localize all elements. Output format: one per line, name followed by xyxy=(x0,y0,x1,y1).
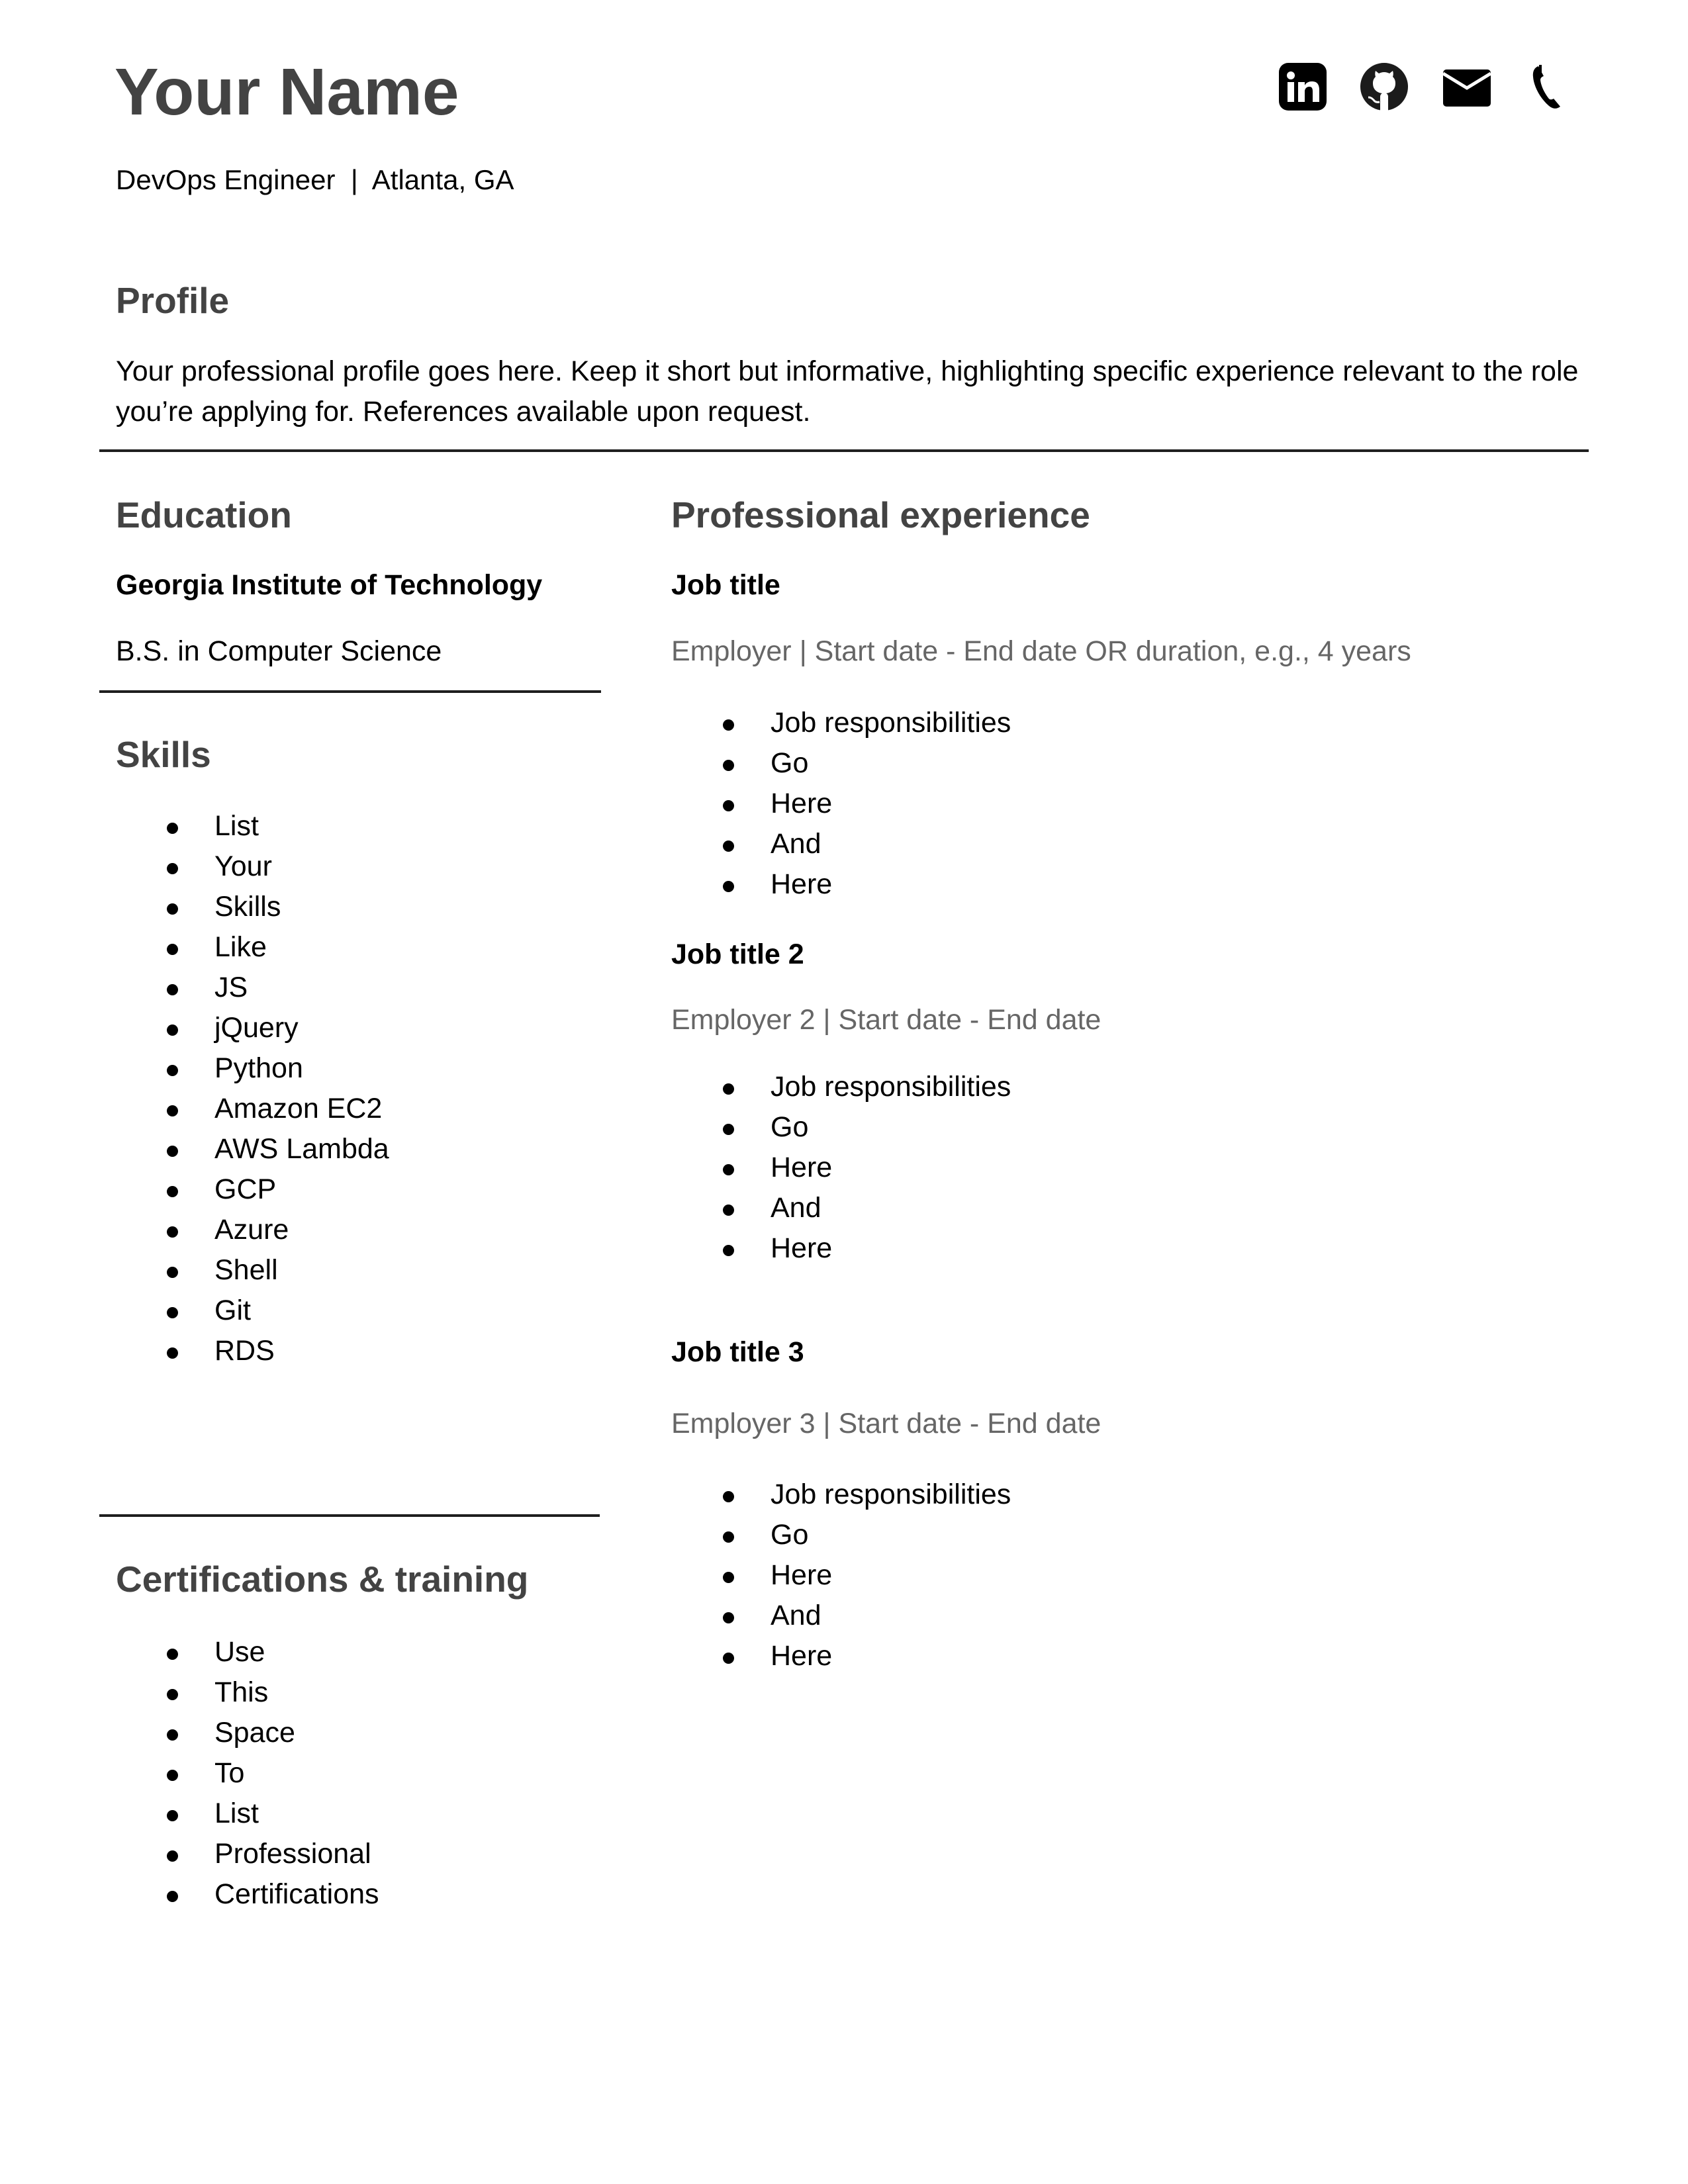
list-item-text: jQuery xyxy=(214,1012,299,1044)
bullet-icon xyxy=(723,1164,734,1175)
bullet-icon xyxy=(723,1572,734,1583)
list-item-text: AWS Lambda xyxy=(214,1133,389,1165)
bullet-icon xyxy=(167,1226,178,1238)
job-meta: Employer 3 | Start date - End date xyxy=(671,1408,1102,1439)
list-item-text: And xyxy=(771,1192,821,1224)
bullet-icon xyxy=(723,1245,734,1256)
bullet-icon xyxy=(167,1729,178,1741)
education-degree: B.S. in Computer Science xyxy=(116,635,442,667)
experience-heading: Professional experience xyxy=(671,494,1090,535)
bullet-icon xyxy=(723,1205,734,1216)
phone-icon[interactable] xyxy=(1529,63,1564,111)
list-item-text: Git xyxy=(214,1295,251,1326)
list-item-text: Skills xyxy=(214,891,281,923)
list-item-text: GCP xyxy=(214,1173,277,1205)
list-item-text: And xyxy=(771,828,821,860)
github-icon[interactable] xyxy=(1360,63,1408,111)
skills-heading: Skills xyxy=(116,734,211,775)
divider xyxy=(99,449,1589,452)
list-item-text: And xyxy=(771,1600,821,1631)
list-item-text: Use xyxy=(214,1636,265,1668)
bullet-icon xyxy=(723,1612,734,1623)
list-item-text: Azure xyxy=(214,1214,289,1246)
bullet-icon xyxy=(167,1146,178,1157)
list-item-text: Job responsibilities xyxy=(771,1071,1011,1103)
list-item-text: List xyxy=(214,810,259,842)
job-title: Job title xyxy=(671,569,780,601)
list-item-text: Certifications xyxy=(214,1878,379,1910)
list-item-text: Here xyxy=(771,1640,833,1672)
bullet-icon xyxy=(167,944,178,955)
job-meta: Employer 2 | Start date - End date xyxy=(671,1004,1102,1036)
bullet-icon xyxy=(723,1124,734,1135)
bullet-icon xyxy=(723,1653,734,1664)
mail-icon[interactable] xyxy=(1443,63,1491,111)
education-heading: Education xyxy=(116,494,292,535)
list-item-text: Your xyxy=(214,850,272,882)
bullet-icon xyxy=(167,1307,178,1318)
bullet-icon xyxy=(167,1850,178,1862)
linkedin-icon[interactable] xyxy=(1279,63,1327,111)
certifications-heading: Certifications & training xyxy=(116,1559,529,1600)
education-school: Georgia Institute of Technology xyxy=(116,569,543,601)
bullet-icon xyxy=(723,719,734,731)
bullet-icon xyxy=(723,800,734,811)
bullet-icon xyxy=(167,1024,178,1036)
list-item-text: Amazon EC2 xyxy=(214,1093,383,1124)
list-item-text: Here xyxy=(771,1559,833,1591)
list-item-text: Shell xyxy=(214,1254,278,1286)
profile-heading: Profile xyxy=(116,280,230,321)
bullet-icon xyxy=(723,1531,734,1543)
bullet-icon xyxy=(723,881,734,892)
bullet-icon xyxy=(167,1689,178,1700)
list-item-text: Here xyxy=(771,1152,833,1183)
resume-name: Your Name xyxy=(115,55,459,129)
list-item-text: Here xyxy=(771,1232,833,1264)
bullet-icon xyxy=(723,1083,734,1095)
list-item-text: Go xyxy=(771,1519,809,1551)
bullet-icon xyxy=(723,760,734,771)
bullet-icon xyxy=(723,1491,734,1502)
bullet-icon xyxy=(167,1770,178,1781)
list-item-text: Python xyxy=(214,1052,303,1084)
bullet-icon xyxy=(167,1810,178,1821)
bullet-icon xyxy=(167,1649,178,1660)
list-item-text: Professional xyxy=(214,1838,371,1870)
bullet-icon xyxy=(167,903,178,915)
bullet-icon xyxy=(167,1065,178,1076)
bullet-icon xyxy=(167,984,178,995)
bullet-icon xyxy=(167,863,178,874)
list-item-text: List xyxy=(214,1797,259,1829)
bullet-icon xyxy=(167,823,178,834)
bullet-icon xyxy=(167,1186,178,1197)
list-item-text: RDS xyxy=(214,1335,275,1367)
list-item-text: Go xyxy=(771,1111,809,1143)
list-item-text: JS xyxy=(214,972,248,1003)
divider xyxy=(99,690,601,693)
bullet-icon xyxy=(167,1347,178,1359)
job-title: Job title 3 xyxy=(671,1336,804,1368)
list-item-text: Job responsibilities xyxy=(771,1479,1011,1510)
list-item-text: Like xyxy=(214,931,267,963)
list-item-text: Go xyxy=(771,747,809,779)
list-item-text: This xyxy=(214,1676,269,1708)
list-item-text: Here xyxy=(771,788,833,819)
job-title: Job title 2 xyxy=(671,938,804,970)
job-meta: Employer | Start date - End date OR dura… xyxy=(671,635,1411,667)
list-item-text: Job responsibilities xyxy=(771,707,1011,739)
bullet-icon xyxy=(167,1267,178,1278)
list-item-text: Space xyxy=(214,1717,295,1749)
bullet-icon xyxy=(167,1105,178,1116)
bullet-icon xyxy=(167,1891,178,1902)
profile-text: Your professional profile goes here. Kee… xyxy=(116,355,1579,428)
divider xyxy=(99,1514,600,1517)
resume-subtitle: DevOps Engineer | Atlanta, GA xyxy=(116,164,514,195)
list-item-text: To xyxy=(214,1757,245,1789)
list-item-text: Here xyxy=(771,868,833,900)
bullet-icon xyxy=(723,841,734,852)
